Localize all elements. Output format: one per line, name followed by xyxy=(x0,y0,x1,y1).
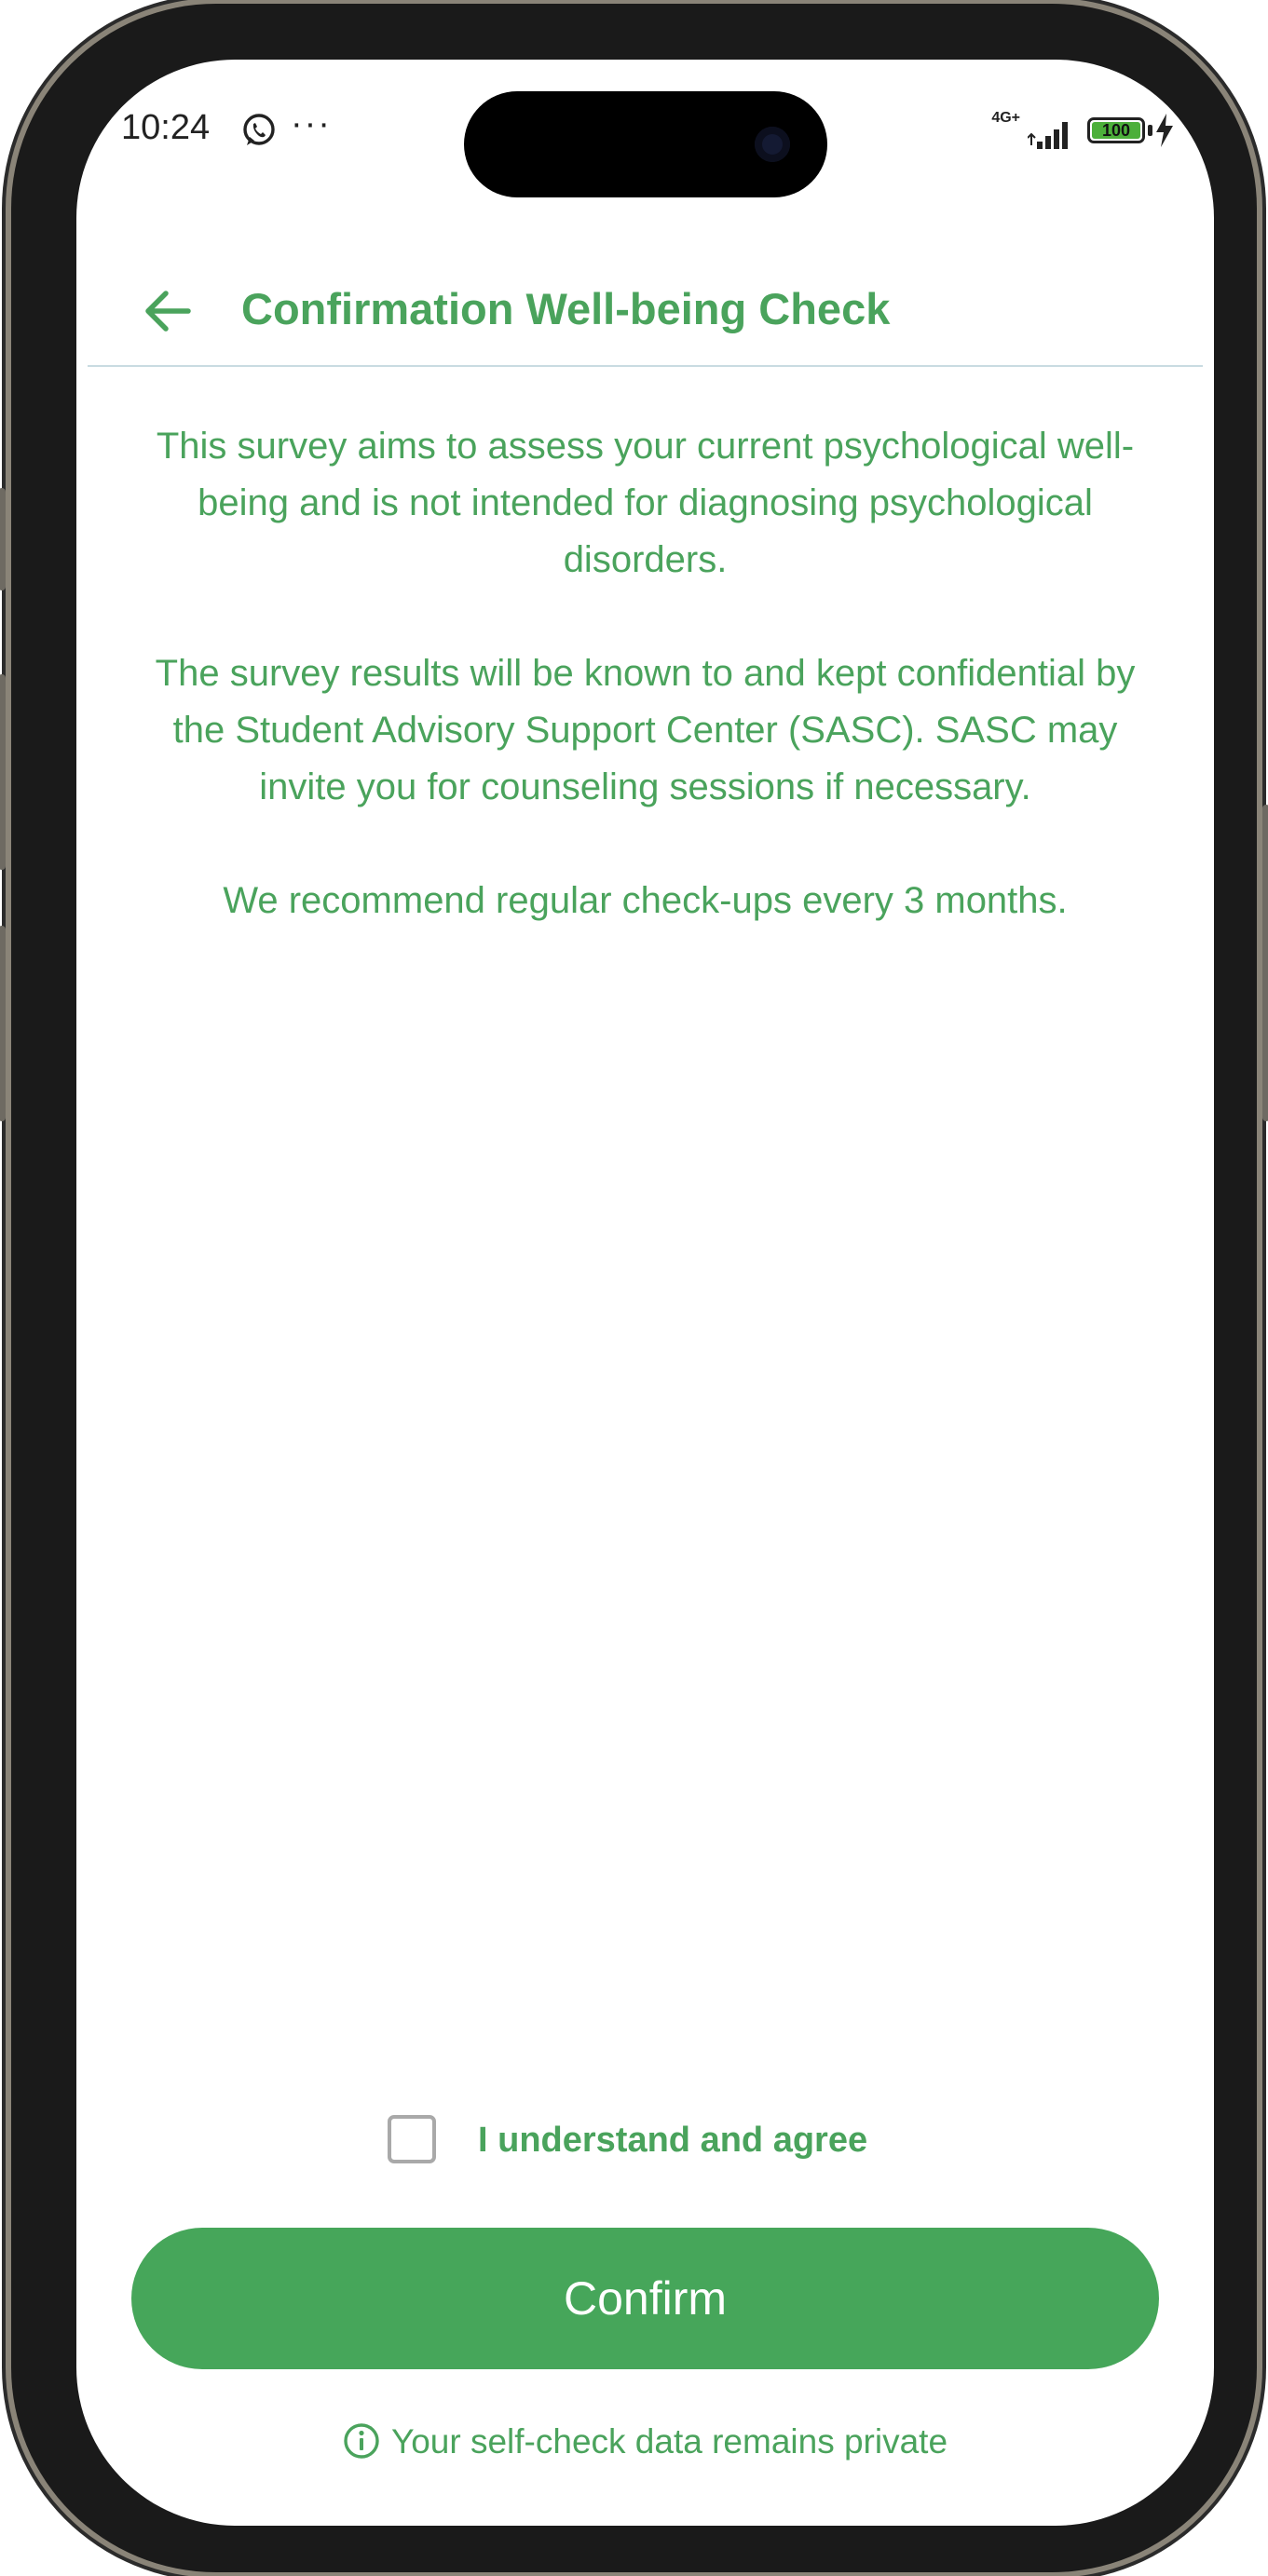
battery-level: 100 xyxy=(1092,122,1140,139)
survey-description: This survey aims to assess your current … xyxy=(132,418,1158,986)
app-screen: 10:24 ··· 4G+ 100 Confirmation Well-bein… xyxy=(76,60,1214,2526)
confidentiality-text: The survey results will be known to and … xyxy=(155,653,1136,807)
whatsapp-icon xyxy=(243,114,275,145)
network-type: 4G+ xyxy=(991,110,1020,126)
battery-tip xyxy=(1148,125,1152,136)
charging-icon xyxy=(1156,114,1173,147)
recommendation-text: We recommend regular check-ups every 3 m… xyxy=(223,880,1068,921)
status-bar: 10:24 ··· 4G+ 100 xyxy=(121,104,1173,160)
volume-down-button xyxy=(0,926,6,1121)
confirm-button[interactable]: Confirm xyxy=(131,2228,1159,2369)
action-button xyxy=(0,488,6,590)
agree-label[interactable]: I understand and agree xyxy=(478,2121,867,2161)
privacy-note-text: Your self-check data remains private xyxy=(390,2422,948,2461)
survey-purpose-text: This survey aims to assess your current … xyxy=(156,426,1135,580)
app-header: Confirmation Well-being Check xyxy=(76,237,1214,358)
status-time: 10:24 xyxy=(121,108,211,147)
header-divider xyxy=(88,365,1203,367)
signal-icon xyxy=(1028,122,1068,149)
page-title: Confirmation Well-being Check xyxy=(241,284,891,333)
phone-frame: 10:24 ··· 4G+ 100 Confirmation Well-bein… xyxy=(0,4,1268,2572)
back-arrow-icon[interactable] xyxy=(142,285,194,337)
battery-icon: 100 xyxy=(1087,117,1145,143)
agree-checkbox[interactable] xyxy=(388,2115,436,2163)
info-icon xyxy=(344,2423,379,2459)
power-button xyxy=(1262,805,1268,1121)
more-notifications-icon: ··· xyxy=(291,104,332,143)
volume-up-button xyxy=(0,674,6,870)
privacy-note: Your self-check data remains private xyxy=(76,2422,1214,2461)
